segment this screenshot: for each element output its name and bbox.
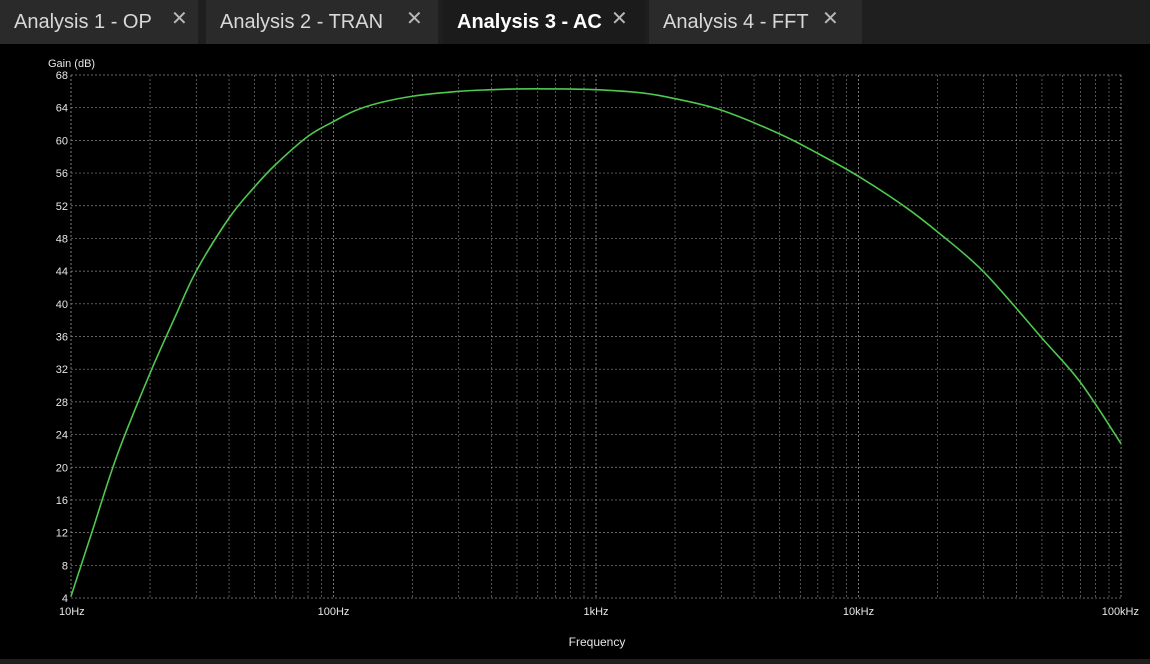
tab-analysis-4-fft[interactable]: Analysis 4 - FFT ✕	[649, 0, 862, 44]
x-axis-label: Frequency	[569, 635, 626, 649]
y-tick-label: 60	[56, 135, 68, 147]
tab-analysis-3-ac[interactable]: Analysis 3 - AC ✕	[443, 0, 645, 44]
close-icon[interactable]: ✕	[611, 9, 628, 29]
x-tick-labels: 10Hz 100Hz 1kHz 10kHz 100kHz	[59, 606, 1139, 618]
y-tick-label: 40	[56, 299, 68, 311]
grid	[70, 74, 1122, 599]
y-tick-label: 24	[56, 430, 68, 442]
y-tick-label: 52	[56, 201, 68, 213]
y-tick-label: 16	[56, 495, 68, 507]
x-tick-label: 100Hz	[318, 606, 350, 618]
y-tick-label: 44	[56, 266, 68, 278]
y-tick-label: 32	[56, 364, 68, 376]
tab-analysis-2-tran[interactable]: Analysis 2 - TRAN ✕	[206, 0, 438, 44]
y-tick-label: 20	[56, 462, 68, 474]
tab-label: Analysis 3 - AC	[457, 10, 602, 33]
y-tick-label: 48	[56, 233, 68, 245]
plot-area: 4 8 12 16 20 24 28 32 36 40 44 48 52 56 60 64 68 10Hz 100…	[0, 44, 1150, 659]
tab-label: Analysis 1 - OP	[14, 10, 152, 33]
x-tick-label: 100kHz	[1102, 606, 1139, 618]
y-tick-label: 12	[56, 528, 68, 540]
x-tick-label: 10kHz	[843, 606, 874, 618]
y-tick-label: 68	[56, 70, 68, 82]
y-tick-label: 4	[62, 593, 68, 605]
y-tick-label: 64	[56, 103, 68, 115]
tab-analysis-1-op[interactable]: Analysis 1 - OP ✕	[0, 0, 198, 44]
tab-label: Analysis 4 - FFT	[663, 10, 809, 33]
close-icon[interactable]: ✕	[171, 9, 188, 29]
close-icon[interactable]: ✕	[822, 9, 839, 29]
tab-label: Analysis 2 - TRAN	[220, 10, 384, 33]
y-tick-label: 56	[56, 168, 68, 180]
x-tick-label: 1kHz	[583, 606, 608, 618]
y-tick-label: 28	[56, 397, 68, 409]
y-tick-label: 8	[62, 560, 68, 572]
y-tick-label: 36	[56, 332, 68, 344]
y-axis-label: Gain (dB)	[48, 58, 95, 70]
gain-frequency-chart: 48121620242832364044485256606468 10Hz 100…	[48, 58, 1139, 649]
tab-bar: Analysis 1 - OP ✕ Analysis 2 - TRAN ✕ An…	[0, 0, 1150, 44]
close-icon[interactable]: ✕	[406, 9, 423, 29]
x-tick-label: 10Hz	[59, 606, 85, 618]
y-tick-labels: 48121620242832364044485256606468	[56, 70, 68, 605]
